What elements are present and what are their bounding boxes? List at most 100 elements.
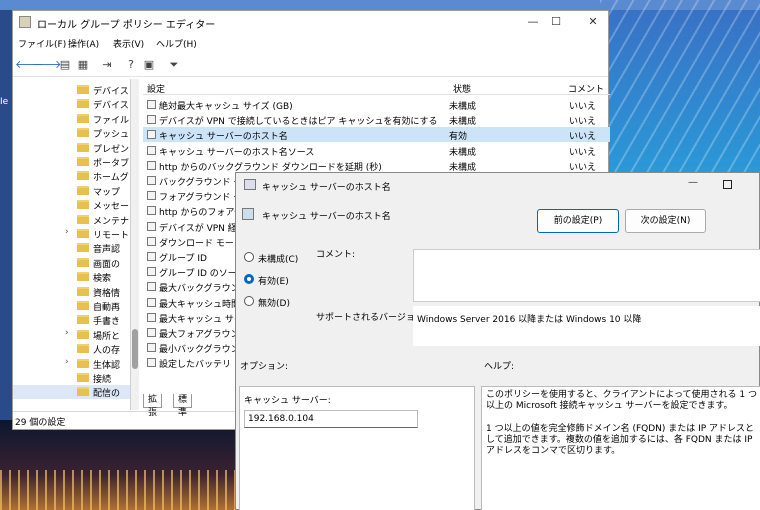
dialog-maximize-button[interactable] — [723, 180, 732, 189]
expand-chevron-icon[interactable]: › — [65, 227, 69, 237]
policy-setting-icon — [147, 252, 156, 261]
policy-state: 未構成 — [449, 162, 477, 173]
radio-not-configured[interactable]: 未構成(C) — [244, 251, 304, 265]
folder-icon — [77, 243, 89, 253]
tree-item-label: 音声認 — [93, 245, 121, 256]
policy-row[interactable]: 絶対最大キャッシュ サイズ (GB) 未構成 いいえ — [143, 97, 610, 112]
policy-row[interactable]: キャッシュ サーバーのホスト名 有効 いいえ — [143, 127, 610, 143]
tree-item[interactable]: 音声認 — [13, 241, 130, 256]
policy-setting-icon — [147, 267, 156, 277]
tree-item[interactable]: プッシュ — [13, 126, 130, 140]
folder-icon — [77, 387, 89, 397]
policy-setting-icon — [147, 145, 156, 155]
radio-disabled[interactable]: 無効(D) — [244, 295, 304, 309]
tree-item-label: メッセー — [93, 202, 130, 213]
column-comment[interactable]: コメント — [568, 82, 604, 95]
radio-not-configured-label: 未構成(C) — [258, 255, 299, 265]
filter-icon[interactable]: ⏷ — [166, 57, 182, 73]
tree-item[interactable]: ポータブ — [13, 155, 130, 169]
policy-setting-icon — [147, 176, 156, 185]
policy-row[interactable]: http からのバックグラウンド ダウンロードを延期 (秒) 未構成 いいえ — [143, 158, 610, 173]
policy-row[interactable]: デバイスが VPN で接続しているときはピア キャッシュを有効にする 未構成 いいえ — [143, 112, 610, 127]
column-state[interactable]: 状態 — [453, 82, 471, 95]
policy-setting-icon — [147, 328, 156, 337]
tree-item-label: デバイス — [93, 87, 129, 97]
dialog-minimize-button[interactable]: — — [688, 177, 698, 188]
list-header: 設定 状態 コメント — [143, 79, 610, 95]
forward-arrow-icon[interactable]: 🡒 — [32, 57, 62, 73]
policy-comment: いいえ — [569, 132, 597, 143]
status-text: 29 個の設定 — [15, 418, 66, 428]
maximize-button[interactable]: ☐ — [536, 11, 576, 33]
tree-item[interactable]: 人の存 — [13, 342, 130, 357]
tree-item[interactable]: デバイス — [13, 97, 130, 112]
menu-action[interactable]: 操作(A) — [68, 37, 99, 50]
radio-enabled-dot — [244, 274, 254, 284]
close-button[interactable]: ✕ — [573, 11, 613, 33]
tree-item[interactable]: 手書き — [13, 313, 130, 327]
tree-item-label: 自動再 — [93, 303, 121, 313]
tree-item[interactable]: 自動再 — [13, 299, 130, 313]
folder-icon — [77, 301, 89, 310]
gpedit-app-icon — [19, 16, 31, 28]
policy-comment: いいえ — [569, 147, 597, 158]
up-folder-icon[interactable]: ▤ — [57, 57, 73, 73]
column-setting[interactable]: 設定 — [147, 82, 165, 95]
tree-item-label: ホームグ — [93, 173, 129, 184]
next-setting-button[interactable]: 次の設定(N) — [625, 209, 706, 233]
help-paragraph-1: このポリシーを使用すると、クライアントによって使用される 1 つ以上の Micr… — [486, 390, 758, 411]
tree-item[interactable]: メンテナ — [13, 213, 130, 227]
comment-field[interactable] — [413, 249, 760, 302]
desktop-wallpaper-bridge — [600, 0, 760, 200]
tree-item[interactable]: › 場所と — [13, 328, 130, 342]
policy-setting-icon — [147, 206, 156, 216]
show-hide-tree-icon[interactable]: ▦ — [75, 57, 91, 73]
help-paragraph-2: 1 つ以上の値を完全修飾ドメイン名 (FQDN) または IP アドレスとして追… — [486, 424, 755, 456]
tree-item[interactable]: 画面の — [13, 256, 130, 270]
tree-item[interactable]: › 生体認 — [13, 357, 130, 371]
folder-icon — [77, 272, 89, 282]
tree-item-label: ポータブ — [93, 159, 130, 169]
policy-setting-icon — [147, 282, 156, 292]
tree-item[interactable]: メッセー — [13, 198, 130, 213]
tree-item[interactable]: 検索 — [13, 270, 130, 284]
window-title: ローカル グループ ポリシー エディター — [37, 20, 216, 31]
tree-item[interactable]: ファイル — [13, 112, 130, 126]
title-bar[interactable]: ローカル グループ ポリシー エディター — ☐ ✕ — [13, 11, 608, 33]
tree-item-label: 画面の — [93, 259, 121, 270]
export-list-icon[interactable]: ⇥ — [99, 57, 115, 73]
expand-chevron-icon[interactable]: › — [65, 357, 69, 367]
cache-server-input[interactable]: 192.168.0.104 — [244, 410, 418, 428]
tree-item[interactable]: › リモート — [13, 227, 130, 241]
tree-item-label: 人の存 — [93, 346, 121, 357]
policy-setting-dialog: キャッシュ サーバーのホスト名 — キャッシュ サーバーのホスト名 前の設定(P… — [235, 172, 760, 510]
radio-enabled[interactable]: 有効(E) — [244, 273, 304, 287]
properties-icon[interactable]: ▣ — [141, 57, 157, 73]
help-panel: このポリシーを使用すると、クライアントによって使用される 1 つ以上の Micr… — [481, 386, 760, 510]
help-icon[interactable]: ? — [123, 57, 139, 73]
menu-help[interactable]: ヘルプ(H) — [156, 37, 197, 50]
tree-item[interactable]: 接続 — [13, 371, 130, 385]
tree-item[interactable]: マップ — [13, 184, 130, 198]
expand-chevron-icon[interactable]: › — [65, 328, 69, 338]
tab-standard[interactable]: 標準 — [173, 394, 193, 418]
policy-name: デバイスが VPN 経由 — [159, 223, 246, 234]
tree-item[interactable]: 配信の — [13, 385, 130, 400]
previous-setting-button[interactable]: 前の設定(P) — [537, 209, 619, 233]
tab-extended[interactable]: 拡張 — [143, 394, 163, 418]
comment-label: コメント: — [316, 250, 356, 260]
folder-icon — [77, 257, 89, 267]
tree-item[interactable]: デバイス — [13, 83, 130, 97]
tree-item[interactable]: 資格情 — [13, 285, 130, 299]
tree-item[interactable]: プレゼン — [13, 141, 130, 155]
tree-item[interactable]: ホームグ — [13, 169, 130, 184]
tree-scrollbar[interactable] — [131, 79, 139, 410]
policy-name: ダウンロード モード — [159, 238, 243, 249]
menu-file[interactable]: ファイル(F) — [18, 37, 66, 50]
tree-item-label: デバイス — [93, 101, 129, 112]
menu-view[interactable]: 表示(V) — [113, 37, 144, 50]
folder-icon — [77, 214, 89, 224]
policy-name: グループ ID — [159, 254, 207, 264]
policy-row[interactable]: キャッシュ サーバーのホスト名ソース 未構成 いいえ — [143, 143, 610, 158]
back-arrow-icon[interactable]: 🡐 — [15, 57, 45, 73]
